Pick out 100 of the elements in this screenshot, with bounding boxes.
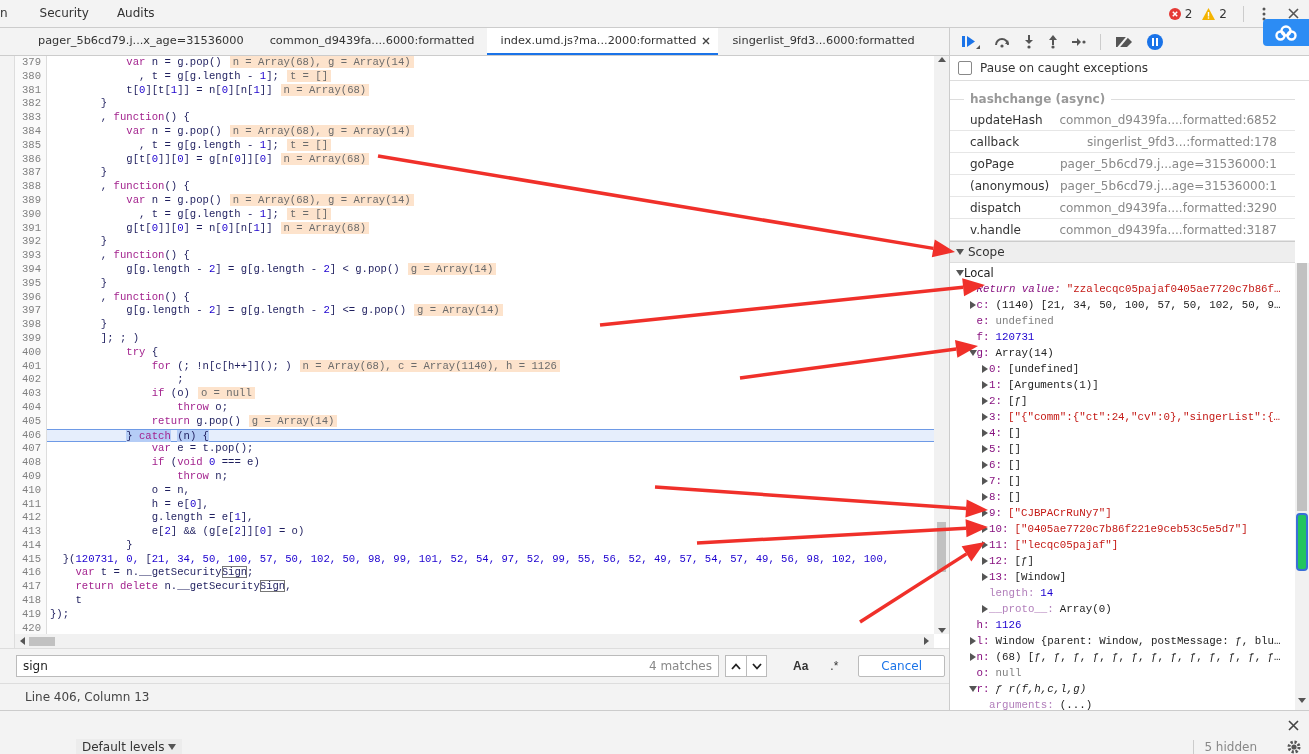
property-value: 120731 bbox=[995, 331, 1035, 343]
frame-name[interactable]: goPage bbox=[970, 156, 1014, 171]
settings-icon[interactable] bbox=[1287, 740, 1301, 754]
panel-tab[interactable]: Audits bbox=[108, 0, 175, 27]
frame-name[interactable]: updateHash bbox=[970, 112, 1043, 127]
code-line: g[g.length - 2] = g[g.length - 2] < g.pop() g = Array(14) bbox=[47, 262, 934, 277]
search-input[interactable]: sign bbox=[23, 659, 649, 673]
expand-triangle-icon[interactable] bbox=[981, 493, 989, 501]
property-value: [undefined] bbox=[1007, 363, 1080, 375]
expand-triangle-icon[interactable] bbox=[981, 461, 989, 469]
step-icon[interactable] bbox=[1072, 37, 1086, 46]
section-title[interactable]: Scope bbox=[968, 245, 1005, 259]
regex-button[interactable]: .* bbox=[822, 659, 847, 673]
line-number: 398 bbox=[15, 318, 47, 332]
frame-location[interactable]: pager_5b6cd79.j...age=31536000:1 bbox=[1059, 156, 1277, 171]
frame-name[interactable]: dispatch bbox=[970, 200, 1022, 215]
property-name: 13: bbox=[989, 571, 1009, 583]
step-into-icon[interactable] bbox=[1024, 34, 1034, 49]
property-name: g: bbox=[976, 347, 990, 359]
collapse-triangle-icon[interactable] bbox=[968, 349, 977, 357]
error-count: 2 bbox=[1184, 6, 1193, 21]
step-out-icon[interactable] bbox=[1048, 34, 1058, 49]
frame-name[interactable]: (anonymous) bbox=[970, 178, 1050, 193]
expand-triangle-icon[interactable] bbox=[981, 445, 989, 453]
scrollbar-thumb[interactable] bbox=[1297, 263, 1307, 511]
frame-location[interactable]: singerlist_9fd3...:formatted:178 bbox=[1086, 134, 1277, 149]
expand-triangle-icon[interactable] bbox=[981, 605, 989, 613]
property-value: [] bbox=[1007, 443, 1021, 455]
panel-tab[interactable]: n bbox=[0, 0, 32, 27]
property-name: c: bbox=[976, 299, 990, 311]
expand-triangle-icon[interactable] bbox=[981, 397, 989, 405]
property-value: [] bbox=[1007, 459, 1021, 471]
scroll-left-icon[interactable] bbox=[19, 637, 25, 645]
cloud-icon[interactable] bbox=[1263, 19, 1309, 46]
pause-icon[interactable] bbox=[1147, 33, 1163, 50]
code-line: o = n, bbox=[150, 483, 191, 498]
scroll-down-icon[interactable] bbox=[1298, 698, 1306, 704]
expand-triangle-icon[interactable] bbox=[968, 637, 977, 645]
frame-location[interactable]: common_d9439fa....formatted:3290 bbox=[1059, 200, 1277, 215]
expand-triangle-icon[interactable] bbox=[981, 429, 989, 437]
property-name: Local bbox=[964, 266, 994, 280]
collapse-triangle-icon[interactable] bbox=[956, 248, 964, 256]
frame-location[interactable]: common_d9439fa....formatted:6852 bbox=[1059, 112, 1277, 127]
panel-tab[interactable]: Security bbox=[31, 0, 109, 27]
match-case-button[interactable]: Aa bbox=[785, 659, 817, 673]
expand-triangle-icon[interactable] bbox=[968, 653, 977, 661]
frame-name[interactable]: callback bbox=[970, 134, 1020, 149]
property-value: Array(0) bbox=[1059, 603, 1112, 615]
collapse-triangle-icon[interactable] bbox=[956, 269, 964, 277]
log-levels-dropdown[interactable]: Default levels bbox=[76, 739, 183, 754]
deactivate-breakpoints-icon[interactable] bbox=[1115, 35, 1133, 48]
expand-triangle-icon[interactable] bbox=[981, 413, 989, 421]
property-value: [] bbox=[1007, 427, 1021, 439]
close-icon[interactable] bbox=[1288, 719, 1299, 731]
code-line: var n = g.pop() n = Array(68), g = Array(14) bbox=[47, 125, 934, 139]
line-number: 382 bbox=[15, 97, 47, 112]
expand-triangle-icon[interactable] bbox=[968, 301, 977, 309]
line-number: 387 bbox=[15, 166, 47, 181]
collapse-triangle-icon[interactable] bbox=[968, 685, 977, 693]
frame-location[interactable]: pager_5b6cd79.j...age=31536000:1 bbox=[1059, 178, 1277, 193]
property-value: Window {parent: Window, postMessage: ƒ, blu… bbox=[995, 635, 1281, 647]
expand-triangle-icon[interactable] bbox=[981, 365, 989, 373]
code-line: e[2] && (g[e[2]][0] = o) bbox=[150, 525, 306, 539]
hidden-count: 5 hidden bbox=[1193, 740, 1267, 754]
expand-triangle-icon[interactable] bbox=[981, 573, 989, 581]
expand-triangle-icon[interactable] bbox=[981, 381, 989, 389]
property-value: ["lecqc05pajaf"] bbox=[1014, 539, 1119, 551]
frame-location[interactable]: common_d9439fa....formatted:3187 bbox=[1059, 222, 1277, 237]
property-value: [ƒ] bbox=[1014, 555, 1034, 567]
expand-triangle-icon[interactable] bbox=[981, 557, 989, 565]
line-number: 383 bbox=[15, 111, 47, 125]
async-label: hashchange (async) bbox=[970, 92, 1106, 106]
property-name: l: bbox=[976, 635, 990, 647]
file-tab[interactable]: common_d9439fa....6000:formatted bbox=[255, 28, 487, 55]
step-over-icon[interactable] bbox=[994, 35, 1010, 48]
property-value: [] bbox=[1007, 475, 1021, 487]
scrollbar-thumb[interactable] bbox=[937, 522, 946, 572]
code-line: ]; ; ) bbox=[99, 331, 140, 346]
resume-icon[interactable] bbox=[962, 34, 980, 49]
scroll-down-icon[interactable] bbox=[937, 628, 946, 634]
property-value: ["CJBPACrRuNy7"] bbox=[1007, 507, 1112, 519]
close-icon[interactable] bbox=[1288, 8, 1299, 19]
property-value: [Window] bbox=[1014, 571, 1067, 583]
more-menu-icon[interactable] bbox=[1262, 6, 1266, 21]
code-line: , t = g[g.length - 1]; t = [] bbox=[47, 207, 934, 222]
code-line: h = e[0], bbox=[150, 497, 210, 512]
close-icon[interactable] bbox=[702, 36, 711, 45]
checkbox[interactable] bbox=[958, 61, 972, 75]
scroll-right-icon[interactable] bbox=[924, 637, 930, 645]
search-field[interactable]: sign 4 matches bbox=[16, 655, 719, 677]
file-tab[interactable]: index.umd.js?ma...2000:formatted bbox=[486, 28, 719, 55]
scrollbar-thumb[interactable] bbox=[29, 636, 55, 646]
file-tab[interactable]: singerlist_9fd3...6000:formatted bbox=[718, 28, 927, 55]
file-tab[interactable]: pager_5b6cd79.j...x_age=31536000 bbox=[34, 28, 256, 55]
property-name: 1: bbox=[989, 379, 1002, 391]
code-line: , function() { bbox=[99, 180, 191, 194]
cancel-button[interactable]: Cancel bbox=[858, 655, 945, 677]
expand-triangle-icon[interactable] bbox=[981, 477, 989, 485]
frame-name[interactable]: v.handle bbox=[970, 222, 1021, 237]
code-line: var e = t.pop(); bbox=[150, 442, 255, 457]
